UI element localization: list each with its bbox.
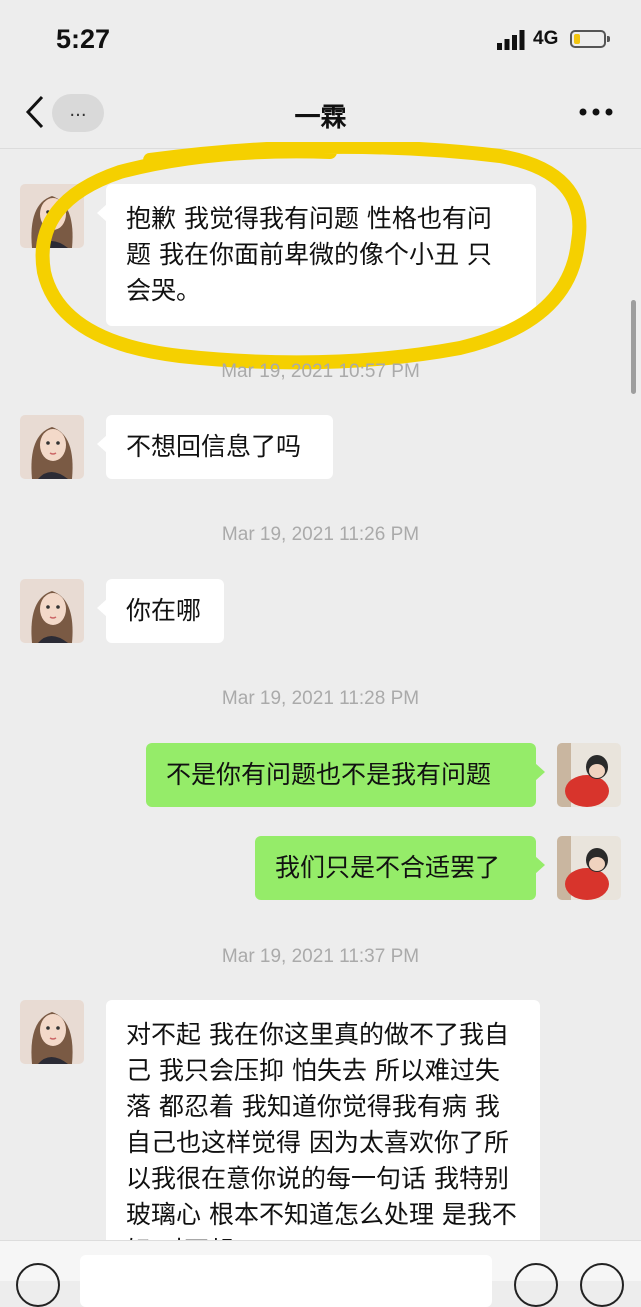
battery-icon (570, 30, 610, 48)
self-avatar[interactable] (557, 743, 621, 807)
status-bar: 5:27 4G (0, 0, 641, 80)
message-bubble[interactable]: 你在哪 (97, 579, 224, 643)
plus-icon[interactable] (580, 1263, 624, 1307)
avatar-girl-icon (20, 579, 84, 643)
contact-avatar[interactable] (20, 1000, 84, 1064)
message-bubble[interactable]: 我们只是不合适罢了 (255, 836, 545, 900)
contact-avatar[interactable] (20, 184, 84, 248)
chat-header: ... 一霖 (0, 80, 641, 149)
avatar-girl-icon (20, 1000, 84, 1064)
avatar-girl-icon (20, 184, 84, 248)
message-input[interactable] (80, 1255, 492, 1307)
emoji-icon[interactable] (514, 1263, 558, 1307)
avatar-girl-icon (20, 415, 84, 479)
contact-avatar[interactable] (20, 415, 84, 479)
message-bubble[interactable]: 对不起 我在你这里真的做不了我自己 我只会压抑 怕失去 所以难过失落 都忍着 我… (106, 1000, 540, 1262)
avatar-boy-icon (557, 836, 621, 900)
network-type: 4G (533, 28, 559, 49)
signal-strength-icon (497, 30, 525, 50)
input-bar (0, 1240, 641, 1307)
contact-avatar[interactable] (20, 579, 84, 643)
avatar-boy-icon (557, 743, 621, 807)
timestamp: Mar 19, 2021 11:37 PM (221, 946, 420, 967)
chat-title: 一霖 (294, 103, 347, 133)
status-time: 5:27 (56, 24, 111, 54)
self-avatar[interactable] (557, 836, 621, 900)
timestamp: Mar 19, 2021 10:57 PM (221, 361, 420, 382)
timestamp: Mar 19, 2021 11:26 PM (221, 524, 420, 545)
message-bubble[interactable]: 不是你有问题也不是我有问题 (146, 743, 545, 807)
message-bubble[interactable]: 抱歉 我觉得我有问题 性格也有问题 我在你面前卑微的像个小丑 只会哭。 (97, 184, 536, 326)
timestamp: Mar 19, 2021 11:28 PM (221, 688, 420, 709)
scroll-indicator[interactable] (631, 300, 636, 394)
voice-input-icon[interactable] (16, 1263, 60, 1307)
more-options-icon[interactable] (578, 98, 614, 126)
message-bubble[interactable]: 不想回信息了吗 (97, 415, 333, 479)
